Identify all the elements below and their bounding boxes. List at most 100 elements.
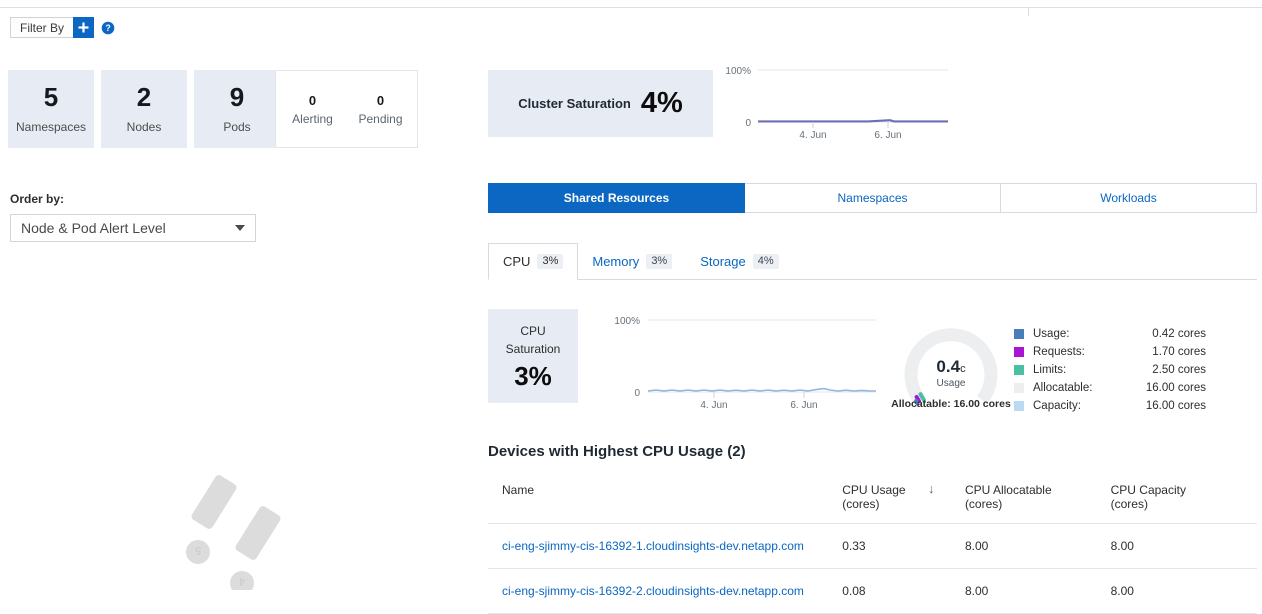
resource-tab-bar: CPU 3% Memory 3% Storage 4% (488, 243, 1257, 279)
filter-by-button[interactable]: Filter By (10, 17, 74, 38)
resource-tabs-underline (488, 279, 1257, 280)
plus-icon (77, 21, 90, 34)
cpu-saturation-value: 3% (514, 363, 552, 389)
column-subtitle: (cores) (1111, 497, 1257, 511)
cpu-saturation-label-line1: CPU (520, 323, 545, 340)
device-name-cell: ci-eng-sjimmy-cis-16392-1.cloudinsights-… (488, 524, 842, 569)
legend-swatch-requests (1014, 347, 1024, 357)
cluster-saturation-chart: 100% 0 4. Jun 6. Jun (718, 62, 948, 140)
alerting-label: Alerting (279, 112, 347, 126)
order-by-selected-value: Node & Pod Alert Level (21, 220, 166, 236)
cluster-saturation-value: 4% (641, 89, 683, 118)
pending-value: 0 (347, 93, 415, 108)
stat-card-namespaces[interactable]: 5 Namespaces (8, 70, 94, 148)
alerting-value: 0 (279, 93, 347, 108)
column-title: Name (502, 483, 534, 497)
device-link[interactable]: ci-eng-sjimmy-cis-16392-1.cloudinsights-… (502, 539, 804, 553)
legend-row: Capacity: 16.00 cores (1014, 397, 1206, 415)
alert-summary-card[interactable]: 0 Alerting 0 Pending (275, 70, 418, 148)
legend-value: 16.00 cores (1146, 400, 1206, 412)
cpu-capacity-cell: 8.00 (1111, 524, 1257, 569)
tab-storage-label: Storage (700, 254, 746, 269)
legend-label: Requests: (1033, 346, 1152, 358)
cpu-saturation-card: CPU Saturation 3% (488, 309, 578, 403)
legend-label: Usage: (1033, 328, 1152, 340)
legend-label: Capacity: (1033, 400, 1146, 412)
top-divider (0, 7, 1262, 8)
legend-value: 0.42 cores (1152, 328, 1206, 340)
top-divider-tick (1028, 7, 1029, 16)
chart-xtick: 4. Jun (700, 400, 727, 410)
tab-namespaces[interactable]: Namespaces (745, 183, 1001, 213)
tab-workloads[interactable]: Workloads (1001, 183, 1257, 213)
alerting-column: 0 Alerting (279, 93, 347, 126)
table-header-row: Name CPU Usage (cores) CPU Allocatable (… (488, 477, 1257, 524)
pending-column: 0 Pending (347, 93, 415, 126)
order-by-label: Order by: (10, 192, 256, 206)
cpu-saturation-label-line2: Saturation (506, 341, 561, 358)
legend-value: 1.70 cores (1152, 346, 1206, 358)
legend-label: Limits: (1033, 364, 1152, 376)
tab-cpu-badge: 3% (537, 254, 563, 269)
legend-label: Allocatable: (1033, 382, 1146, 394)
column-subtitle: (cores) (842, 497, 965, 511)
gauge-center-label: Usage (937, 378, 966, 389)
devices-table: Name CPU Usage (cores) CPU Allocatable (… (488, 477, 1257, 614)
add-filter-button[interactable] (73, 17, 94, 38)
legend-row: Allocatable: 16.00 cores (1014, 379, 1206, 397)
gauge-center-unit: c (960, 363, 966, 375)
order-by-block: Order by: Node & Pod Alert Level (10, 192, 256, 242)
order-by-select[interactable]: Node & Pod Alert Level (10, 214, 256, 242)
svg-text:4: 4 (239, 575, 245, 587)
legend-row: Limits: 2.50 cores (1014, 361, 1206, 379)
column-header-name[interactable]: Name (488, 477, 842, 524)
legend-swatch-capacity (1014, 401, 1024, 411)
chart-xtick: 6. Jun (790, 400, 817, 410)
column-header-cpu-allocatable[interactable]: CPU Allocatable (cores) (965, 477, 1111, 524)
pending-label: Pending (347, 112, 415, 126)
svg-text:5: 5 (195, 544, 201, 556)
stat-value: 5 (44, 84, 58, 111)
filter-bar: Filter By ? (10, 17, 115, 38)
tab-storage[interactable]: Storage 4% (686, 243, 792, 279)
column-title: CPU Allocatable (965, 483, 1052, 497)
cluster-saturation-label: Cluster Saturation (518, 96, 631, 111)
stat-card-pods[interactable]: 9 Pods (194, 70, 280, 148)
main-tab-bar: Shared Resources Namespaces Workloads (488, 183, 1257, 213)
legend-swatch-limits (1014, 365, 1024, 375)
column-subtitle: (cores) (965, 497, 1111, 511)
device-link[interactable]: ci-eng-sjimmy-cis-16392-2.cloudinsights-… (502, 584, 804, 598)
column-title: CPU Capacity (1111, 483, 1186, 497)
cluster-saturation-card: Cluster Saturation 4% (488, 70, 713, 137)
tab-shared-resources[interactable]: Shared Resources (488, 183, 745, 213)
tab-storage-badge: 4% (753, 254, 779, 269)
column-header-cpu-usage[interactable]: CPU Usage (cores) (842, 477, 965, 524)
chart-ytick-bottom: 0 (745, 118, 751, 129)
chevron-down-icon (235, 225, 245, 231)
svg-text:?: ? (105, 23, 110, 33)
placeholder-illustration: 5 4 (180, 470, 310, 590)
stat-card-nodes[interactable]: 2 Nodes (101, 70, 187, 148)
cpu-saturation-chart: 100% 0 4. Jun 6. Jun (604, 310, 894, 410)
chart-ytick-top: 100% (725, 66, 751, 77)
help-circle-icon[interactable]: ? (101, 21, 115, 35)
stat-label: Nodes (127, 120, 162, 134)
cluster-stat-cards: 5 Namespaces 2 Nodes 9 Pods (8, 70, 287, 148)
cpu-legend: Usage: 0.42 cores Requests: 1.70 cores L… (1014, 325, 1206, 415)
stat-label: Pods (223, 120, 250, 134)
cpu-allocatable-cell: 8.00 (965, 524, 1111, 569)
gauge-center-value: 0.4c (936, 357, 966, 376)
column-header-cpu-capacity[interactable]: CPU Capacity (cores) (1111, 477, 1257, 524)
stat-label: Namespaces (16, 120, 86, 134)
legend-value: 16.00 cores (1146, 382, 1206, 394)
legend-row: Usage: 0.42 cores (1014, 325, 1206, 343)
tab-memory[interactable]: Memory 3% (578, 243, 686, 279)
tab-cpu[interactable]: CPU 3% (488, 243, 578, 280)
tab-memory-badge: 3% (646, 254, 672, 269)
chart-xtick: 4. Jun (799, 130, 826, 140)
table-row: ci-eng-sjimmy-cis-16392-1.cloudinsights-… (488, 524, 1257, 569)
legend-swatch-allocatable (1014, 383, 1024, 393)
chart-xtick: 6. Jun (874, 130, 901, 140)
gauge-caption: Allocatable: 16.00 cores (890, 398, 1012, 410)
stat-value: 2 (137, 84, 151, 111)
